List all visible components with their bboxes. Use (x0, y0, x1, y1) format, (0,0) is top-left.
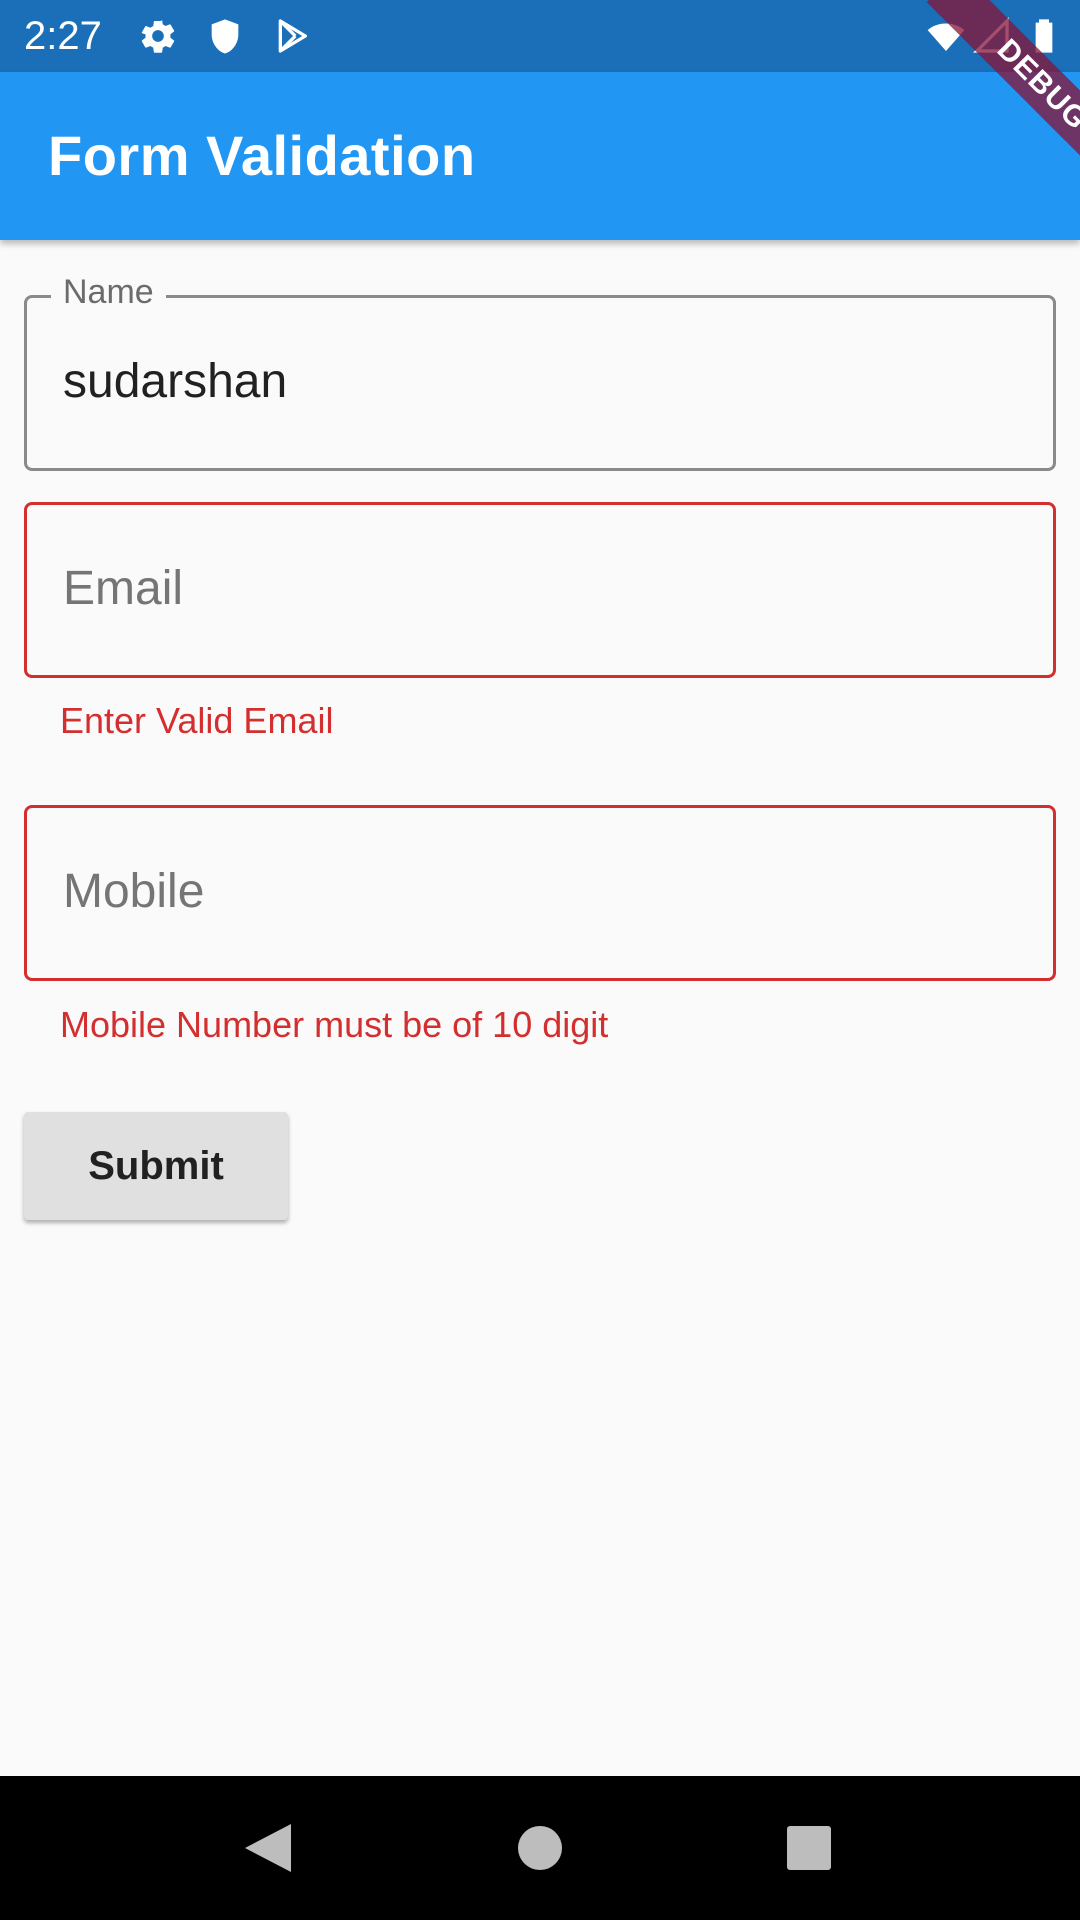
app-bar: Form Validation (0, 72, 1080, 240)
email-error-text: Enter Valid Email (60, 700, 334, 741)
mobile-field[interactable]: Mobile (24, 805, 1056, 981)
navigation-bar (0, 1776, 1080, 1920)
name-field-label: Name (51, 272, 166, 312)
name-field[interactable]: Name sudarshan (24, 272, 1056, 471)
email-field[interactable]: Email (24, 502, 1056, 678)
cell-signal-icon (972, 16, 1012, 56)
page-title: Form Validation (48, 124, 476, 187)
status-bar: 2:27 (0, 0, 1080, 72)
submit-button[interactable]: Submit (24, 1112, 288, 1220)
name-field-value: sudarshan (63, 355, 288, 408)
wifi-icon (924, 16, 968, 56)
battery-icon (1024, 16, 1064, 56)
home-icon[interactable] (480, 1776, 600, 1920)
gear-icon (138, 16, 178, 56)
status-time: 2:27 (24, 14, 102, 58)
mobile-field-hint: Mobile (63, 865, 205, 918)
mobile-error-text: Mobile Number must be of 10 digit (60, 1004, 609, 1045)
shield-icon (205, 16, 245, 56)
back-icon[interactable] (207, 1776, 327, 1920)
play-store-icon (272, 16, 312, 56)
recents-icon[interactable] (749, 1776, 869, 1920)
email-field-hint: Email (63, 562, 184, 615)
